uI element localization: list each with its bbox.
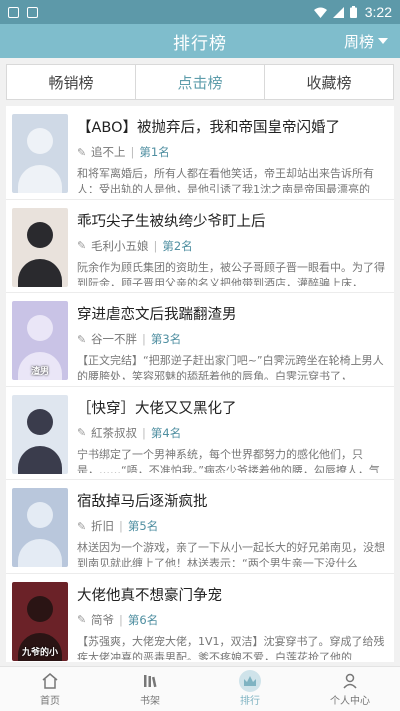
nav-label: 排行 xyxy=(240,695,260,707)
period-filter-label: 周榜 xyxy=(343,32,374,51)
bookshelf-icon xyxy=(142,672,158,690)
list-item[interactable]: ［快穿］大佬又又黑化了 ✎ 紅茶叔叔 | 第4名 宁书绑定了一个男神系统，每个世… xyxy=(6,387,394,480)
pen-icon: ✎ xyxy=(77,519,87,533)
list-item[interactable]: 乖巧尖子生被纨绔少爷盯上后 ✎ 毛利小五娘 | 第2名 阮余作为顾氏集团的资助生… xyxy=(6,200,394,293)
list-item[interactable]: 渣男 穿进虐恋文后我踹翻渣男 ✎ 谷一不胖 | 第3名 【正文完结】“把那逆子赶… xyxy=(6,293,394,387)
book-rank: 第3名 xyxy=(150,332,182,346)
book-rank: 第4名 xyxy=(150,425,182,440)
book-title: ［快穿］大佬又又黑化了 xyxy=(77,400,237,417)
pen-icon: ✎ xyxy=(77,332,87,346)
header-bar: 排行榜 周榜 xyxy=(0,24,400,58)
nav-profile[interactable]: 个人中心 xyxy=(300,667,400,711)
signal-icon xyxy=(332,6,344,18)
status-bar-indicators: 3:22 xyxy=(313,4,392,20)
ranking-tabs: 畅销榜 点击榜 收藏榜 xyxy=(6,64,394,100)
pen-icon: ✎ xyxy=(77,613,87,626)
book-rank: 第1名 xyxy=(139,145,170,159)
book-description: 阮余作为顾氏集团的资助生，被公子哥顾子晋一眼看中。为了得到阮余，顾子晋用父亲的名… xyxy=(77,260,385,287)
status-bar-notifications xyxy=(8,6,38,18)
divider: | xyxy=(142,332,146,346)
nav-bookshelf[interactable]: 书架 xyxy=(100,667,200,711)
book-cover: 九爷的小 xyxy=(12,581,68,661)
divider: | xyxy=(142,425,146,440)
book-title: 【ABO】被抛弃后，我和帝国皇帝闪婚了 xyxy=(77,120,341,136)
book-list: 【ABO】被抛弃后，我和帝国皇帝闪婚了 ✎ 追不上 | 第1名 和将军离婚后，所… xyxy=(6,106,394,662)
book-cover xyxy=(12,394,68,474)
ranking-icon xyxy=(239,669,261,692)
battery-icon xyxy=(349,6,357,18)
nav-label: 首页 xyxy=(40,695,60,707)
book-description: 林送因为一个游戏，亲了一下从小一起长大的好兄弟南见，没想到南见就此缠上了他！林送… xyxy=(77,541,385,567)
book-title: 大佬他真不想豪门争宠 xyxy=(77,587,222,604)
cover-text: 渣男 xyxy=(30,367,49,377)
book-cover xyxy=(12,488,68,567)
cover-text: 九爷的小 xyxy=(21,647,58,658)
book-author: 折旧 xyxy=(91,519,114,533)
notification-icon xyxy=(27,6,38,18)
book-description: 【苏强爽，大佬宠大佬，1V1，双洁】沈宴穿书了。穿成了给残疾大佬冲喜的恶毒男配。… xyxy=(77,634,385,661)
notification-icon xyxy=(8,6,19,18)
list-item[interactable]: 宿敌掉马后逐渐疯批 ✎ 折旧 | 第5名 林送因为一个游戏，亲了一下从小一起长大… xyxy=(6,480,394,574)
tab-bestseller[interactable]: 畅销榜 xyxy=(7,65,136,99)
book-title: 穿进虐恋文后我踹翻渣男 xyxy=(77,307,237,323)
book-author: 紅茶叔叔 xyxy=(91,425,137,440)
divider: | xyxy=(153,238,158,253)
book-cover: 渣男 xyxy=(12,301,68,380)
book-rank: 第2名 xyxy=(162,238,193,253)
divider: | xyxy=(119,519,123,533)
page-title: 排行榜 xyxy=(173,33,227,54)
home-icon xyxy=(41,672,59,690)
book-cover xyxy=(12,114,68,193)
chevron-down-icon xyxy=(378,38,388,44)
period-filter-dropdown[interactable]: 周榜 xyxy=(344,24,388,58)
clock: 3:22 xyxy=(364,4,392,20)
book-description: 【正文完结】“把那逆子赶出家门吧~”白霁沅跨坐在轮椅上男人的腰胯处，笑容邪魅的舔… xyxy=(77,354,384,380)
divider: | xyxy=(119,612,123,627)
pen-icon: ✎ xyxy=(77,426,87,439)
book-author: 谷一不胖 xyxy=(91,332,137,346)
nav-home[interactable]: 首页 xyxy=(0,667,100,711)
status-bar: 3:22 xyxy=(0,0,400,24)
list-item[interactable]: 九爷的小 大佬他真不想豪门争宠 ✎ 简爷 | 第6名 【苏强爽，大佬宠大佬，1V… xyxy=(6,574,394,663)
person-icon xyxy=(342,672,358,690)
nav-ranking[interactable]: 排行 xyxy=(200,667,300,711)
book-rank: 第5名 xyxy=(127,519,159,533)
wifi-icon xyxy=(313,7,327,18)
nav-label: 个人中心 xyxy=(330,695,370,707)
bottom-nav: 首页 书架 排行 个人中心 xyxy=(0,666,400,711)
book-description: 宁书绑定了一个男神系统，每个世界都努力的感化他们，只是，……“唔，不准怕我。”病… xyxy=(77,447,380,474)
list-item[interactable]: 【ABO】被抛弃后，我和帝国皇帝闪婚了 ✎ 追不上 | 第1名 和将军离婚后，所… xyxy=(6,106,394,200)
book-author: 毛利小五娘 xyxy=(91,238,149,253)
book-author: 追不上 xyxy=(91,145,126,159)
book-cover xyxy=(12,207,68,287)
nav-label: 书架 xyxy=(140,695,160,707)
book-rank: 第6名 xyxy=(127,612,159,627)
tab-favorites[interactable]: 收藏榜 xyxy=(265,65,393,99)
book-description: 和将军离婚后，所有人都在看他笑话，帝王却站出来告诉所有人：受出轨的人是他，是他引… xyxy=(77,167,374,193)
book-title: 宿敌掉马后逐渐疯批 xyxy=(77,494,208,510)
divider: | xyxy=(130,145,135,159)
book-author: 简爷 xyxy=(91,612,114,627)
pen-icon: ✎ xyxy=(77,145,87,159)
book-title: 乖巧尖子生被纨绔少爷盯上后 xyxy=(77,213,266,230)
tab-clicks[interactable]: 点击榜 xyxy=(136,65,265,99)
pen-icon: ✎ xyxy=(77,239,87,252)
